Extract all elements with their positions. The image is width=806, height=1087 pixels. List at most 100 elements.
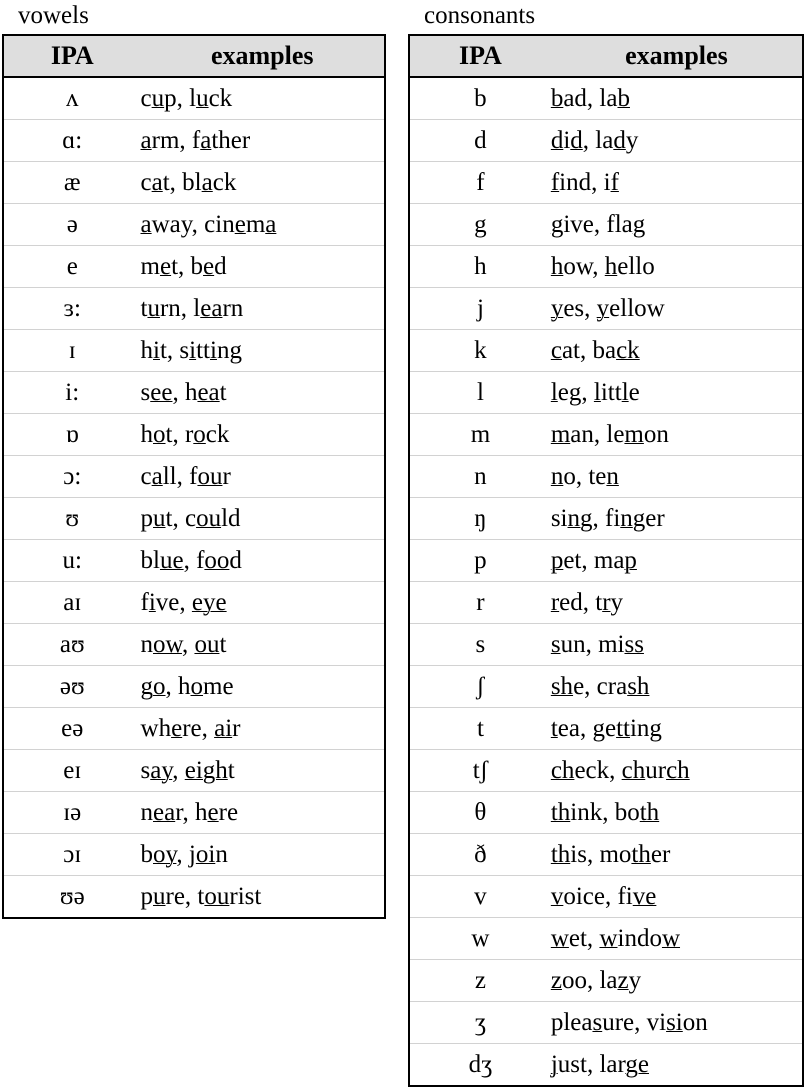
ipa-symbol: aɪ xyxy=(63,589,82,616)
ipa-symbol: b xyxy=(474,85,487,112)
ipa-symbol: h xyxy=(474,253,487,280)
table-row: r red, try xyxy=(409,582,803,624)
consonants-header-ipa: IPA xyxy=(409,35,551,78)
ipa-symbol: u: xyxy=(62,547,82,574)
example-words: blue, food xyxy=(141,540,385,582)
ipa-symbol: n xyxy=(474,463,487,490)
ipa-symbol: p xyxy=(474,547,487,574)
example-words-text: think, both xyxy=(550,799,660,826)
ipa-symbol: k xyxy=(474,337,487,364)
example-words-text: this, mother xyxy=(550,841,671,868)
example-words-text: red, try xyxy=(550,589,624,616)
example-words: pet, map xyxy=(551,540,803,582)
example-words-text: how, hello xyxy=(550,253,655,280)
example-words: hot, rock xyxy=(141,414,385,456)
example-words: turn, learn xyxy=(141,288,385,330)
ipa-symbol: ɪə xyxy=(63,799,82,826)
ipa-symbol: ʊə xyxy=(59,883,85,910)
example-words-text: cat, black xyxy=(140,169,237,196)
example-words-text: turn, learn xyxy=(140,295,244,322)
table-row: ʃ she, crash xyxy=(409,666,803,708)
ipa-symbol: v xyxy=(474,883,487,910)
table-row: ɪ hit, sitting xyxy=(3,330,385,372)
ipa-symbol: aʊ xyxy=(59,631,85,658)
ipa-symbol: ɜ: xyxy=(63,295,81,322)
table-row: əʊ go, home xyxy=(3,666,385,708)
table-row: ʊə pure, tourist xyxy=(3,876,385,919)
table-row: tʃ check, church xyxy=(409,750,803,792)
consonants-header-examples: examples xyxy=(550,35,803,78)
vowels-header-examples: examples xyxy=(140,35,385,78)
example-words: now, out xyxy=(141,624,385,666)
ipa-symbol: e xyxy=(66,253,78,280)
example-words-text: where, air xyxy=(140,715,241,742)
example-words: where, air xyxy=(141,708,385,750)
consonants-section-label: consonants xyxy=(424,2,536,29)
consonants-table-body: b bad, lab d did, lady f find, if g give, flag h… xyxy=(409,77,803,1086)
ipa-symbol: ɔɪ xyxy=(63,841,82,868)
consonants-table: IPA examples b bad, lab d did, lady f find, i… xyxy=(408,34,804,1087)
ipa-symbol: ɑ: xyxy=(62,127,83,154)
ipa-symbol: d xyxy=(474,127,487,154)
example-words: bad, lab xyxy=(551,77,803,120)
example-words-text: she, crash xyxy=(550,673,650,700)
table-row: ʌ cup, luck xyxy=(3,77,385,120)
example-words: pleasure, vision xyxy=(551,1002,803,1044)
example-words: met, bed xyxy=(141,246,385,288)
example-words-text: no, ten xyxy=(550,463,619,490)
table-row: z zoo, lazy xyxy=(409,960,803,1002)
example-words-text: give, flag xyxy=(550,211,646,238)
ipa-symbol: w xyxy=(471,925,490,952)
consonants-section: consonants IPA examples b bad, lab d did, l… xyxy=(408,0,804,1087)
example-words-text: cat, back xyxy=(550,337,640,364)
example-words: find, if xyxy=(551,162,803,204)
example-words: voice, five xyxy=(551,876,803,918)
example-words-text: bad, lab xyxy=(550,85,630,112)
example-words-text: yes, yellow xyxy=(550,295,665,322)
example-words-text: put, could xyxy=(140,505,241,532)
example-words-text: cup, luck xyxy=(140,85,233,112)
example-words: sun, miss xyxy=(551,624,803,666)
example-words-text: zoo, lazy xyxy=(550,967,642,994)
ipa-symbol: m xyxy=(470,421,491,448)
table-row: ɔɪ boy, join xyxy=(3,834,385,876)
ipa-symbol: eɪ xyxy=(63,757,82,784)
example-words-text: wet, window xyxy=(550,925,681,952)
table-row: eə where, air xyxy=(3,708,385,750)
example-words-text: now, out xyxy=(140,631,227,658)
example-words-text: sing, finger xyxy=(550,505,665,532)
ipa-symbol: æ xyxy=(63,169,81,196)
table-row: ɜ: turn, learn xyxy=(3,288,385,330)
example-words-text: check, church xyxy=(550,757,690,784)
table-row: ð this, mother xyxy=(409,834,803,876)
example-words: leg, little xyxy=(551,372,803,414)
table-row: j yes, yellow xyxy=(409,288,803,330)
example-words: red, try xyxy=(551,582,803,624)
example-words: check, church xyxy=(551,750,803,792)
ipa-pronunciation-chart: vowels IPA examples ʌ cup, luck ɑ: arm, fat… xyxy=(0,0,806,1087)
example-words: cat, black xyxy=(141,162,385,204)
ipa-symbol: ŋ xyxy=(474,505,487,532)
example-words: see, heat xyxy=(141,372,385,414)
ipa-symbol: ə xyxy=(66,211,78,238)
table-row: ŋ sing, finger xyxy=(409,498,803,540)
ipa-symbol: j xyxy=(476,295,484,322)
example-words-text: pet, map xyxy=(550,547,637,574)
table-row: d did, lady xyxy=(409,120,803,162)
ipa-symbol: z xyxy=(474,967,486,994)
vowels-table-header-row: IPA examples xyxy=(3,35,385,78)
example-words-text: voice, five xyxy=(550,883,657,910)
example-words: go, home xyxy=(141,666,385,708)
example-words: call, four xyxy=(141,456,385,498)
table-row: w wet, window xyxy=(409,918,803,960)
example-words: near, here xyxy=(141,792,385,834)
example-words: pure, tourist xyxy=(141,876,385,919)
example-words: say, eight xyxy=(141,750,385,792)
ipa-symbol: t xyxy=(476,715,484,742)
example-words: arm, father xyxy=(141,120,385,162)
ipa-symbol: ʃ xyxy=(476,673,485,700)
table-row: p pet, map xyxy=(409,540,803,582)
ipa-symbol: ʌ xyxy=(66,85,79,112)
example-words-text: just, large xyxy=(550,1051,649,1078)
example-words: boy, join xyxy=(141,834,385,876)
